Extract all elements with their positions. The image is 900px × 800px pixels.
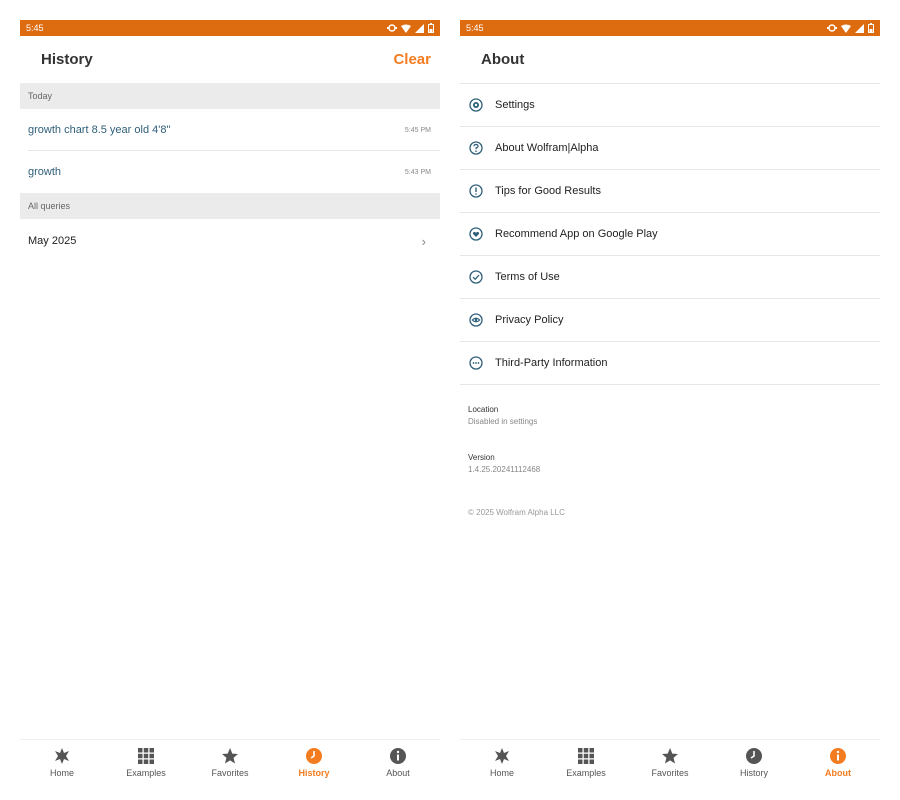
- menu-label: Settings: [495, 99, 535, 111]
- tips-item[interactable]: Tips for Good Results: [460, 170, 880, 213]
- status-time: 5:45: [26, 23, 44, 33]
- star-icon: [661, 747, 679, 765]
- star-icon: [221, 747, 239, 765]
- status-bar: 5:45: [20, 20, 440, 36]
- sync-icon: [827, 24, 837, 32]
- recommend-app-item[interactable]: Recommend App on Google Play: [460, 213, 880, 256]
- nav-history[interactable]: History: [272, 740, 356, 790]
- month-label: May 2025: [28, 235, 77, 247]
- nav-favorites[interactable]: Favorites: [188, 740, 272, 790]
- history-query: growth: [28, 166, 62, 178]
- nav-examples[interactable]: Examples: [104, 740, 188, 790]
- nav-label: About: [386, 768, 410, 778]
- nav-home[interactable]: Home: [20, 740, 104, 790]
- eye-icon: [468, 312, 484, 328]
- menu-label: Privacy Policy: [495, 314, 564, 326]
- history-screen: 5:45 History Clear Today growth chart 8.…: [20, 20, 440, 790]
- battery-icon: [868, 23, 874, 33]
- menu-label: Terms of Use: [495, 271, 560, 283]
- third-party-info-item[interactable]: Third-Party Information: [460, 342, 880, 385]
- version-info: Version 1.4.25.20241112468: [460, 426, 880, 474]
- grid-icon: [577, 747, 595, 765]
- about-menu: Settings About Wolfram|Alpha Tips for Go…: [460, 83, 880, 385]
- nav-label: Home: [489, 768, 514, 778]
- check-icon: [468, 269, 484, 285]
- wifi-icon: [401, 24, 411, 33]
- battery-icon: [428, 23, 434, 33]
- status-bar: 5:45: [460, 20, 880, 36]
- clock-icon: [745, 747, 763, 765]
- settings-item[interactable]: Settings: [460, 84, 880, 127]
- bottom-navigation: Home Examples Favorites History About: [20, 739, 440, 790]
- nav-label: About: [825, 768, 851, 778]
- nav-label: History: [298, 768, 330, 778]
- signal-icon: [855, 23, 864, 33]
- menu-label: Third-Party Information: [495, 357, 608, 369]
- history-time: 5:45 PM: [404, 126, 431, 134]
- nav-label: Favorites: [651, 768, 689, 778]
- history-query: growth chart 8.5 year old 4'8": [28, 124, 171, 136]
- version-label: Version: [468, 453, 495, 462]
- nav-home[interactable]: Home: [460, 740, 544, 790]
- history-item[interactable]: growth chart 8.5 year old 4'8" 5:45 PM: [20, 109, 440, 151]
- more-icon: [468, 355, 484, 371]
- wolfram-spikey-icon: [493, 747, 511, 765]
- about-wolfram-item[interactable]: About Wolfram|Alpha: [460, 127, 880, 170]
- wifi-icon: [841, 24, 851, 33]
- about-screen: 5:45 About Settings About Wolfram|Alpha: [460, 20, 880, 790]
- nav-label: Home: [49, 768, 74, 778]
- status-time: 5:45: [466, 23, 484, 33]
- page-title: History: [41, 51, 93, 68]
- location-info: Location Disabled in settings: [460, 385, 880, 426]
- info-icon: [829, 747, 847, 765]
- privacy-policy-item[interactable]: Privacy Policy: [460, 299, 880, 342]
- info-icon: [389, 747, 407, 765]
- location-value: Disabled in settings: [468, 417, 538, 426]
- grid-icon: [137, 747, 155, 765]
- menu-label: Recommend App on Google Play: [495, 228, 658, 240]
- nav-favorites[interactable]: Favorites: [628, 740, 712, 790]
- exclamation-icon: [468, 183, 484, 199]
- wolfram-spikey-icon: [53, 747, 71, 765]
- nav-history[interactable]: History: [712, 740, 796, 790]
- app-bar: History Clear: [20, 36, 440, 83]
- signal-icon: [415, 23, 424, 33]
- heart-icon: [468, 226, 484, 242]
- nav-label: Examples: [126, 768, 166, 778]
- question-icon: [468, 140, 484, 156]
- nav-about[interactable]: About: [796, 740, 880, 790]
- terms-of-use-item[interactable]: Terms of Use: [460, 256, 880, 299]
- menu-label: Tips for Good Results: [495, 185, 601, 197]
- sync-icon: [387, 24, 397, 32]
- chevron-right-icon: ›: [421, 233, 426, 249]
- section-header-today: Today: [20, 83, 440, 109]
- page-title: About: [481, 51, 525, 68]
- month-group-item[interactable]: May 2025 ›: [20, 219, 440, 263]
- clock-icon: [305, 747, 323, 765]
- history-time: 5:43 PM: [404, 168, 431, 176]
- location-label: Location: [468, 405, 499, 414]
- gear-icon: [468, 97, 484, 113]
- app-bar: About: [460, 36, 880, 83]
- nav-label: Examples: [566, 768, 606, 778]
- nav-label: Favorites: [211, 768, 249, 778]
- clear-button[interactable]: Clear: [393, 51, 431, 68]
- bottom-navigation: Home Examples Favorites History About: [460, 739, 880, 790]
- nav-about[interactable]: About: [356, 740, 440, 790]
- version-value: 1.4.25.20241112468: [468, 465, 541, 474]
- history-item[interactable]: growth 5:43 PM: [20, 151, 440, 193]
- section-header-all-queries: All queries: [20, 193, 440, 219]
- nav-examples[interactable]: Examples: [544, 740, 628, 790]
- menu-label: About Wolfram|Alpha: [495, 142, 599, 154]
- nav-label: History: [739, 768, 768, 778]
- copyright-text: © 2025 Wolfram Alpha LLC: [468, 508, 565, 517]
